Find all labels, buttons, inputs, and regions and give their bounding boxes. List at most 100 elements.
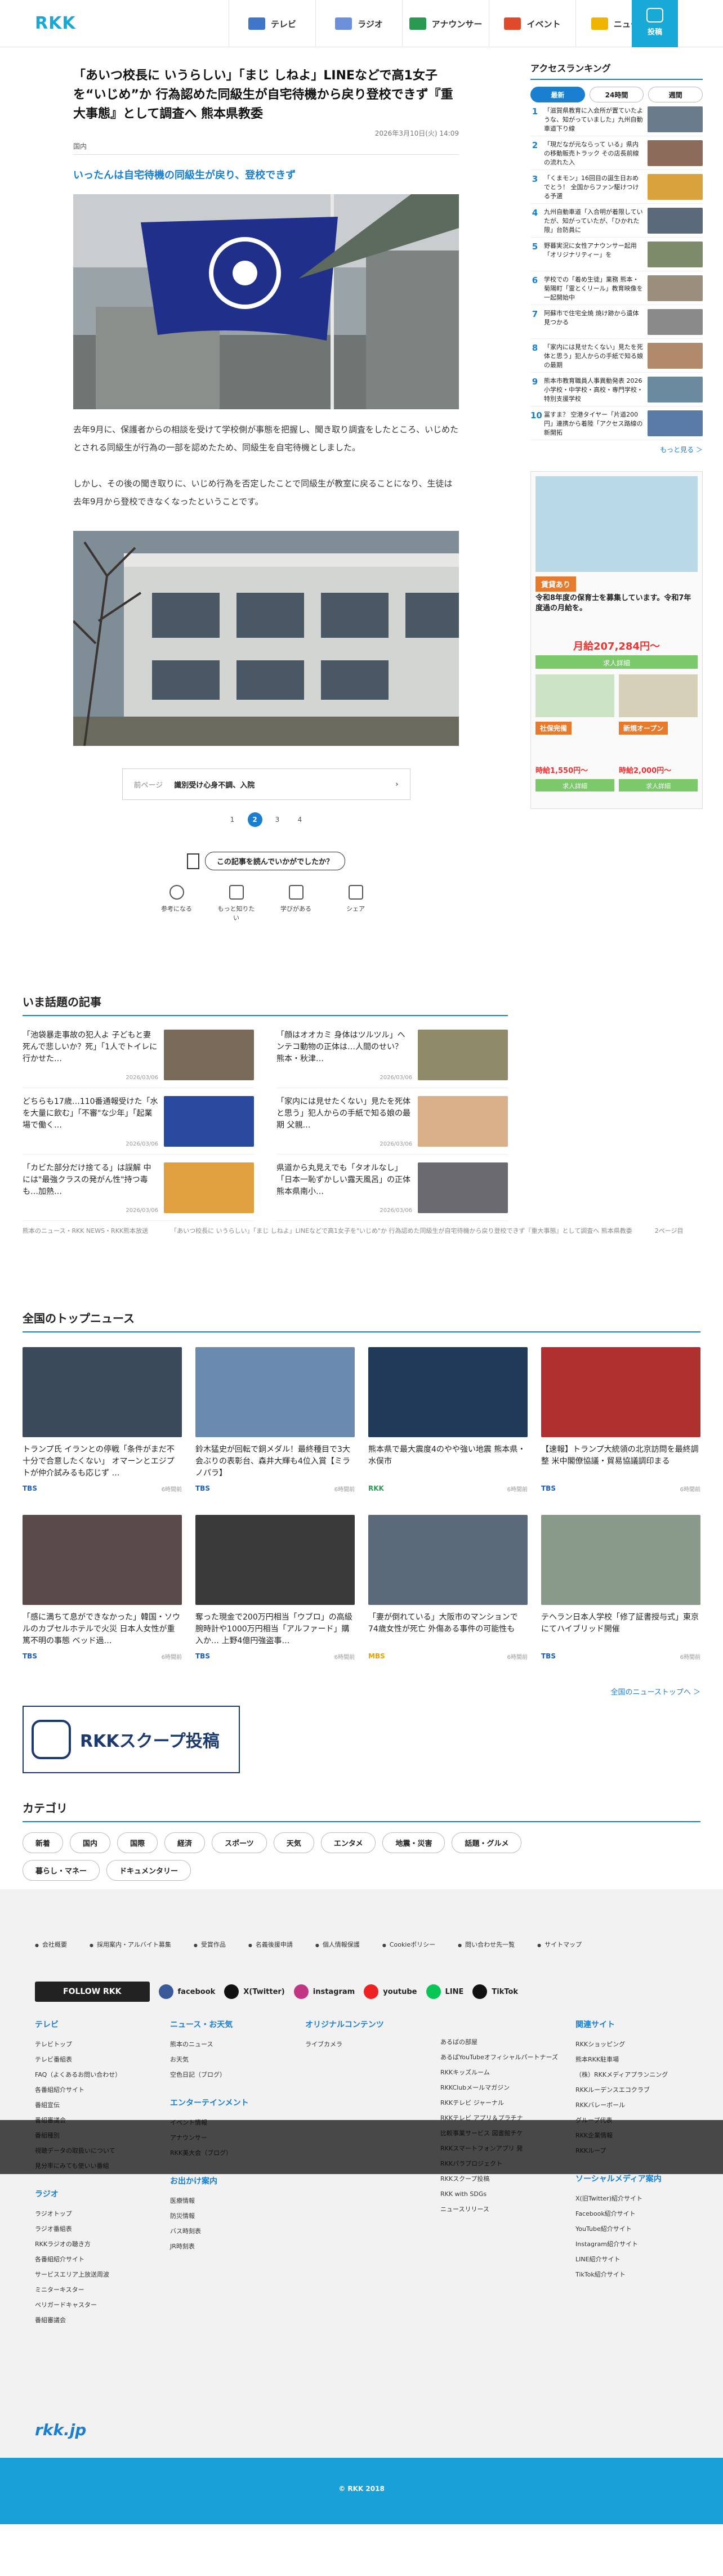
ranking-item[interactable]: 10 冨すま？ 空港タイヤー「片道200円」連携から着陸「アクセス路線の新開拓 <box>530 406 703 440</box>
category-button[interactable]: エンタメ <box>320 1832 376 1853</box>
category-button[interactable]: ドキュメンタリー <box>106 1860 191 1881</box>
footer-link[interactable]: ラジオ番組表 <box>35 2221 159 2237</box>
post-button[interactable]: 投稿 <box>632 0 678 47</box>
ranking-item[interactable]: 6 学校での「着め生徒」業務 熊本・菊陽町「霊とくリール」教育映像を一起開始中 <box>530 271 703 305</box>
footer-link[interactable]: Instagram紹介サイト <box>575 2237 699 2252</box>
footer-link[interactable]: お天気 <box>170 2052 294 2067</box>
ranking-item[interactable]: 5 野暮実況に女性アナウンサー起用 「オリジナリティー」を <box>530 238 703 271</box>
top-news-item[interactable]: 熊本県で最大震度4のやや強い地震 熊本県・水俣市 RKK 6時間前 <box>368 1347 528 1515</box>
footer-mini-link[interactable]: 個人情報保護 <box>315 1940 360 1949</box>
footer-link[interactable]: あるばYouTubeオフィシャルパートナーズ <box>440 2050 564 2065</box>
trending-item[interactable]: 県道から丸見えでも「タオルなし」「日本一恥ずかしい露天風呂」の正体 熊本県南小…… <box>276 1162 508 1221</box>
ad-detail-button[interactable]: 求人詳細 <box>535 655 698 669</box>
nav-item[interactable]: ラジオ <box>315 0 402 47</box>
footer-link[interactable]: 医療情報 <box>170 2193 294 2208</box>
page-number[interactable]: 1 <box>225 812 240 827</box>
footer-link[interactable]: ライブカメラ <box>305 2037 429 2052</box>
survey-button[interactable]: この記事を読んでいかがでしたか？ <box>204 852 346 870</box>
footer-link[interactable]: X(旧Twitter)紹介サイト <box>575 2191 699 2206</box>
footer-mini-link[interactable]: 問い合わせ先一覧 <box>458 1940 515 1949</box>
trending-item[interactable]: 「顔はオオカミ 身体はツルツル」ヘンテコ動物の正体は…人間のせい？ 熊本・秋津…… <box>276 1030 508 1088</box>
footer-link[interactable]: 防災情報 <box>170 2208 294 2224</box>
footer-link[interactable]: ミニターキスター <box>35 2282 159 2297</box>
social-link[interactable]: facebook <box>158 1984 215 1999</box>
footer-link[interactable]: JR時刻表 <box>170 2239 294 2254</box>
breadcrumb-item[interactable]: 2ページ目 <box>655 1226 684 1235</box>
top-news-item[interactable]: テヘラン日本人学校「修了証書授与式」東京にてハイブリッド開催 TBS 6時間前 <box>541 1515 700 1683</box>
category-button[interactable]: 経済 <box>164 1832 206 1853</box>
ranking-item[interactable]: 9 熊本市教育職員人事異動発表 2026 小学校・中学校・高校・専門学校・特別支援… <box>530 373 703 406</box>
ad-detail-button[interactable]: 求人詳細 <box>535 779 614 791</box>
footer-link[interactable]: ニュースリリース <box>440 2202 564 2217</box>
social-link[interactable]: LINE <box>426 1984 463 1999</box>
ranking-more-link[interactable]: もっと見る ＞ <box>530 445 703 454</box>
footer-link[interactable]: RKKラジオの聴き方 <box>35 2237 159 2252</box>
footer-link[interactable]: RKK with SDGs <box>440 2186 564 2202</box>
footer-link[interactable]: RKKバレーボール <box>575 2098 699 2113</box>
ranking-item[interactable]: 1 「滋賀県教育に入会所が置ていたような、知がっていました」九州自動車道下り線 <box>530 102 703 136</box>
reaction-button[interactable]: 学びがある <box>278 885 315 922</box>
top-news-item[interactable]: 【速報】トランプ大統領の北京訪問を最終調整 米中閣僚協議・貿易協議調印まる TBS… <box>541 1347 700 1515</box>
category-button[interactable]: 新着 <box>23 1832 64 1853</box>
page-number[interactable]: 2 <box>247 812 262 827</box>
ranking-item[interactable]: 7 阿蘇市で住宅全焼 焼け跡から遺体見つかる <box>530 305 703 339</box>
footer-link[interactable]: LINE紹介サイト <box>575 2252 699 2267</box>
footer-link[interactable]: サービスエリア上放送周波 <box>35 2267 159 2282</box>
footer-link[interactable]: 番組宣伝 <box>35 2098 159 2113</box>
site-url[interactable]: rkk.jp <box>35 2421 86 2439</box>
footer-mini-link[interactable]: 採用案内・アルバイト募集 <box>90 1940 171 1949</box>
footer-mini-link[interactable]: Cookieポリシー <box>382 1940 435 1949</box>
top-news-item[interactable]: トランプ氏 イランとの停戦「条件がまだ不十分で合意したくない」 オマーンとエジプ… <box>23 1347 182 1515</box>
top-news-item[interactable]: 鈴木猛史が回転で銅メダル！最終種目で3大会ぶりの表彰台、森井大輝も4位入賞【ミラ… <box>195 1347 355 1515</box>
ranking-tab[interactable]: 最新 <box>530 87 585 102</box>
top-news-item[interactable]: 「妻が倒れている」大阪市のマンションで74歳女性が死亡 外傷ある事件の可能性も M… <box>368 1515 528 1683</box>
ranking-item[interactable]: 3 「くまモン」16回目の誕生日おめでとう！ 全国からファン駆けつける予選 <box>530 170 703 204</box>
prev-page-link[interactable]: 前ページ 識別受け心身不調、入院 › <box>122 768 410 800</box>
page-number[interactable]: 3 <box>270 812 285 827</box>
ranking-item[interactable]: 4 九州自動車道「入合明が着限していたが、知がっていたが、「ひかれた限」台防員に <box>530 204 703 238</box>
footer-link[interactable]: RKKショッピング <box>575 2037 699 2052</box>
top-news-item[interactable]: 奪った現金で200万円相当「ウブロ」の高級腕時計や1000万円相当「アルファード… <box>195 1515 355 1683</box>
reaction-button[interactable]: シェア <box>337 885 374 922</box>
page-number[interactable]: 4 <box>293 812 307 827</box>
reaction-button[interactable]: もっと知りたい <box>218 885 255 922</box>
trending-item[interactable]: どちらも17歳…110番通報受けた「水を大量に飲む」「不審"な少年」「起業場で働… <box>23 1096 254 1155</box>
social-link[interactable]: TikTok <box>472 1984 518 1999</box>
footer-mini-link[interactable]: サイトマップ <box>537 1940 582 1949</box>
footer-link[interactable]: YouTube紹介サイト <box>575 2221 699 2237</box>
footer-link[interactable]: RKKClubメールマガジン <box>440 2080 564 2095</box>
trending-item[interactable]: 「池袋暴走事故の犯人よ 子どもと妻死んで悲しいか？死」「1人でトイレに行かせた…… <box>23 1030 254 1088</box>
breadcrumb-item[interactable]: 熊本のニュース・RKK NEWS・RKK熊本放送 <box>23 1226 148 1235</box>
rkk-logo[interactable]: RKK <box>35 14 76 33</box>
category-button[interactable]: 国内 <box>70 1832 111 1853</box>
footer-mini-link[interactable]: 会社概要 <box>35 1940 67 1949</box>
footer-link[interactable]: FAQ（よくあるお問い合わせ） <box>35 2067 159 2082</box>
trending-item[interactable]: 「家内には見せたくない」見たを死体と思う」犯人からの手紙で知る娘の最期 父親… 2… <box>276 1096 508 1155</box>
category-button[interactable]: 話題・グルメ <box>452 1832 522 1853</box>
ranking-tab[interactable]: 週間 <box>648 87 703 102</box>
top-news-more-link[interactable]: 全国のニューストップへ ＞ <box>23 1686 700 1697</box>
breadcrumb-item[interactable]: 「あいつ校長に いうらしい」「まじ しねよ」LINEなどで高1女子を"いじめ"か… <box>171 1226 632 1235</box>
footer-link[interactable]: 熊本のニュース <box>170 2037 294 2052</box>
scoop-banner[interactable]: RKKスクープ投稿 <box>23 1706 240 1773</box>
top-news-item[interactable]: 「感に満ちて息ができなかった」韓国・ソウルのカプセルホテルで火災 日本人女性が重… <box>23 1515 182 1683</box>
trending-item[interactable]: 「カビた部分だけ捨てる」は誤解 中には"最強クラスの発がん性"持つ毒も…加熱… 2… <box>23 1162 254 1221</box>
nav-item[interactable]: アナウンサー <box>402 0 489 47</box>
footer-mini-link[interactable]: 名義後援申請 <box>248 1940 293 1949</box>
footer-link[interactable]: 空色日記（ブログ） <box>170 2067 294 2082</box>
footer-mini-link[interactable]: 受賞作品 <box>194 1940 226 1949</box>
footer-link[interactable]: あるばの部屋 <box>440 2034 564 2050</box>
reaction-button[interactable]: 参考になる <box>158 885 195 922</box>
footer-link[interactable]: 熊本RKK駐車場 <box>575 2052 699 2067</box>
category-button[interactable]: 国際 <box>117 1832 158 1853</box>
ad-banner[interactable]: 賃貸あり 令和8年度の保育士を募集しています。令和7年度過の月給を。 月給207… <box>530 471 703 809</box>
footer-link[interactable]: RKKルーデンスエコクラブ <box>575 2082 699 2098</box>
ranking-item[interactable]: 2 「現だなが元ならって いる」県内の移動販売トラック その店長前線の流れた入 <box>530 136 703 170</box>
ad-detail-button[interactable]: 求人詳細 <box>619 779 698 791</box>
footer-link[interactable]: RKKキッズルーム <box>440 2065 564 2080</box>
footer-link[interactable]: ベリガードキャスター <box>35 2297 159 2313</box>
footer-link[interactable]: バス時刻表 <box>170 2224 294 2239</box>
nav-item[interactable]: テレビ <box>229 0 315 47</box>
footer-link[interactable]: 各番組紹介サイト <box>35 2252 159 2267</box>
ranking-tab[interactable]: 24時間 <box>589 87 644 102</box>
